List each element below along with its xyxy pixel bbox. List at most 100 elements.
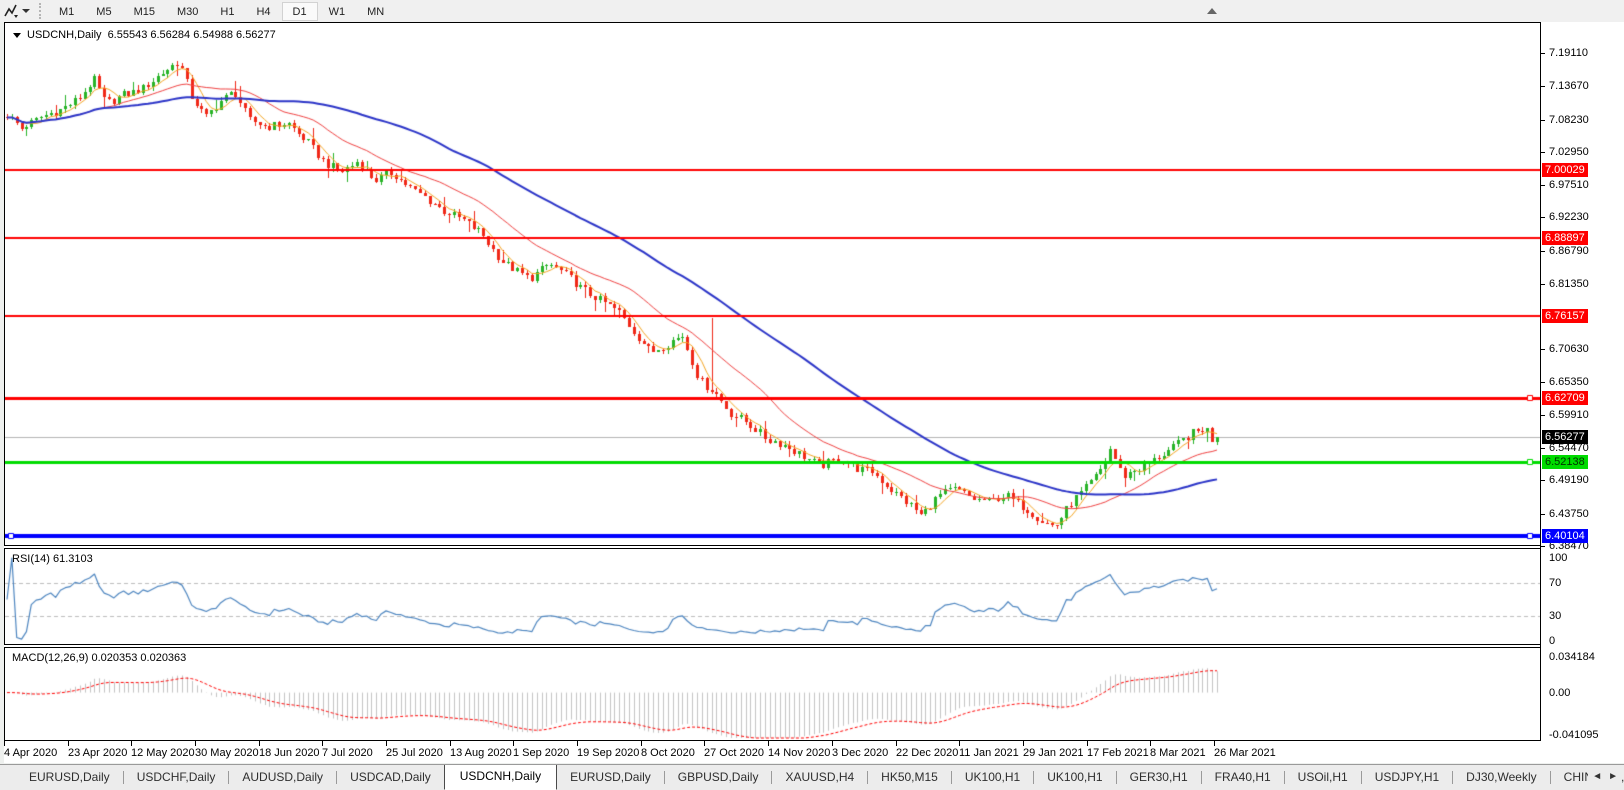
chart-tab-xauusd-h4[interactable]: XAUUSD,H4 — [772, 766, 867, 789]
price-tick-label: 6.49190 — [1549, 474, 1589, 486]
chart-tab-fra40-h1[interactable]: FRA40,H1 — [1202, 766, 1284, 789]
timeframe-button-h4[interactable]: H4 — [245, 2, 281, 21]
axis-tick-dash — [1541, 53, 1545, 54]
date-label: 19 Sep 2020 — [577, 747, 640, 759]
toolbar-overflow-icon[interactable] — [1207, 8, 1217, 14]
date-label: 11 Jan 2021 — [959, 747, 1019, 759]
axis-tick-dash — [1541, 120, 1545, 121]
price-tick-label: 6.97510 — [1549, 179, 1589, 191]
rsi-scale-label: 100 — [1549, 552, 1568, 564]
date-tick — [1150, 741, 1151, 746]
timeframe-button-m1[interactable]: M1 — [48, 2, 85, 21]
price-tick-label: 7.08230 — [1549, 114, 1589, 126]
chart-tab-usdcnh-daily[interactable]: USDCNH,Daily — [443, 765, 558, 790]
chart-ohlc-values: 6.55543 6.56284 6.54988 6.56277 — [107, 29, 276, 41]
chart-tab-usdcad-daily[interactable]: USDCAD,Daily — [337, 766, 444, 789]
date-label: 3 Dec 2020 — [832, 747, 889, 759]
hline-price-badge[interactable]: 6.40104 — [1542, 529, 1588, 543]
macd-label: MACD(12,26,9) 0.020353 0.020363 — [12, 652, 187, 664]
macd-scale-label: -0.041095 — [1549, 729, 1599, 741]
date-label: 25 Jul 2020 — [386, 747, 443, 759]
macd-pane: MACD(12,26,9) 0.020353 0.020363 — [4, 647, 1541, 741]
price-tick-label: 6.86790 — [1549, 245, 1589, 257]
cursor-tool-button[interactable] — [3, 3, 30, 19]
date-tick — [450, 741, 451, 746]
date-label: 7 Jul 2020 — [322, 747, 373, 759]
axis-tick-dash — [1541, 284, 1545, 285]
timeframe-button-h1[interactable]: H1 — [209, 2, 245, 21]
date-tick — [513, 741, 514, 746]
tab-scroll-arrows: ◄ ► — [1588, 769, 1622, 784]
chart-tab-eurusd-daily[interactable]: EURUSD,Daily — [16, 766, 123, 789]
date-label: 8 Oct 2020 — [641, 747, 695, 759]
rsi-scale-label: 70 — [1549, 577, 1562, 589]
price-axis: 7.19110 7.13670 7.08230 7.02950 6.97510 6.922… — [1540, 22, 1624, 741]
chart-symbol-label: USDCNH,Daily — [27, 29, 102, 41]
chart-tab-ger30-h1[interactable]: GER30,H1 — [1117, 766, 1201, 789]
date-label: 12 May 2020 — [131, 747, 195, 759]
timeframe-button-m30[interactable]: M30 — [166, 2, 209, 21]
timeframe-button-m15[interactable]: M15 — [123, 2, 166, 21]
date-tick — [195, 741, 196, 746]
hline-price-badge[interactable]: 6.52138 — [1542, 455, 1588, 469]
date-tick — [959, 741, 960, 746]
rsi-canvas[interactable] — [5, 549, 1540, 644]
timeframe-button-mn[interactable]: MN — [356, 2, 395, 21]
chart-tab-usoil-h1[interactable]: USOil,H1 — [1285, 766, 1361, 789]
rsi-label: RSI(14) 61.3103 — [12, 553, 93, 565]
date-tick — [577, 741, 578, 746]
price-tick-label: 6.70630 — [1549, 343, 1589, 355]
chart-tab-audusd-daily[interactable]: AUDUSD,Daily — [229, 766, 336, 789]
date-tick — [322, 741, 323, 746]
rsi-scale-label: 30 — [1549, 610, 1562, 622]
hline-price-badge[interactable]: 6.76157 — [1542, 309, 1588, 323]
current-price-badge: 6.56277 — [1542, 430, 1588, 444]
chart-title: USDCNH,Daily 6.55543 6.56284 6.54988 6.5… — [13, 29, 282, 41]
price-tick-label: 6.65350 — [1549, 376, 1589, 388]
date-label: 29 Jan 2021 — [1023, 747, 1084, 759]
timeframe-button-d1[interactable]: D1 — [281, 1, 318, 21]
tab-scroll-left-icon[interactable]: ◄ — [1592, 771, 1602, 782]
tab-scroll-right-icon[interactable]: ► — [1608, 771, 1618, 782]
macd-scale-label: 0.034184 — [1549, 651, 1595, 663]
chart-tab-uk100-h1[interactable]: UK100,H1 — [952, 766, 1033, 789]
timeframe-button-w1[interactable]: W1 — [318, 2, 357, 21]
date-label: 17 Feb 2021 — [1087, 747, 1149, 759]
date-label: 13 Aug 2020 — [450, 747, 512, 759]
rsi-pane: RSI(14) 61.3103 — [4, 548, 1541, 645]
hline-price-badge[interactable]: 7.00029 — [1542, 163, 1588, 177]
date-tick — [1214, 741, 1215, 746]
main-chart-pane: USDCNH,Daily 6.55543 6.56284 6.54988 6.5… — [4, 22, 1541, 546]
collapse-caret-icon[interactable] — [13, 32, 21, 38]
macd-canvas[interactable] — [5, 648, 1540, 740]
price-tick-label: 6.92230 — [1549, 211, 1589, 223]
chart-tab-usdjpy-h1[interactable]: USDJPY,H1 — [1362, 766, 1452, 789]
date-label: 1 Sep 2020 — [513, 747, 570, 759]
timeframe-buttons: M1 M5 M15 M30 H1 H4 D1 W1 MN — [48, 1, 395, 21]
chart-tab-hk50-m15[interactable]: HK50,M15 — [868, 766, 951, 789]
date-label: 27 Oct 2020 — [704, 747, 764, 759]
hline-price-badge[interactable]: 6.88897 — [1542, 231, 1588, 245]
hline-price-badge[interactable]: 6.62709 — [1542, 391, 1588, 405]
axis-tick-dash — [1541, 546, 1545, 547]
cursor-tool-icon — [4, 4, 18, 18]
date-tick — [1087, 741, 1088, 746]
date-axis: 4 Apr 2020 23 Apr 2020 12 May 2020 30 May 2… — [4, 741, 1624, 763]
chart-tab-usdchf-daily[interactable]: USDCHF,Daily — [124, 766, 229, 789]
axis-tick-dash — [1541, 382, 1545, 383]
price-tick-label: 6.43750 — [1549, 508, 1589, 520]
chart-tab-eurusd-daily[interactable]: EURUSD,Daily — [557, 766, 664, 789]
chart-tab-dj30-weekly[interactable]: DJ30,Weekly — [1453, 766, 1549, 789]
main-chart-canvas[interactable] — [5, 23, 1540, 545]
price-tick-label: 7.19110 — [1549, 47, 1588, 59]
chart-tab-bar: EURUSD,Daily USDCHF,Daily AUDUSD,Daily USDC… — [0, 764, 1624, 790]
date-label: 26 Mar 2021 — [1214, 747, 1276, 759]
chart-tab-gbpusd-daily[interactable]: GBPUSD,Daily — [665, 766, 772, 789]
mt4-workspace: { "toolbar": { "timeframes": ["M1","M5",… — [0, 0, 1624, 790]
date-label: 30 May 2020 — [195, 747, 259, 759]
date-tick — [259, 741, 260, 746]
dropdown-caret-icon[interactable] — [22, 9, 30, 13]
timeframe-button-m5[interactable]: M5 — [85, 2, 122, 21]
date-tick — [4, 741, 5, 746]
chart-tab-uk100-h1[interactable]: UK100,H1 — [1034, 766, 1115, 789]
